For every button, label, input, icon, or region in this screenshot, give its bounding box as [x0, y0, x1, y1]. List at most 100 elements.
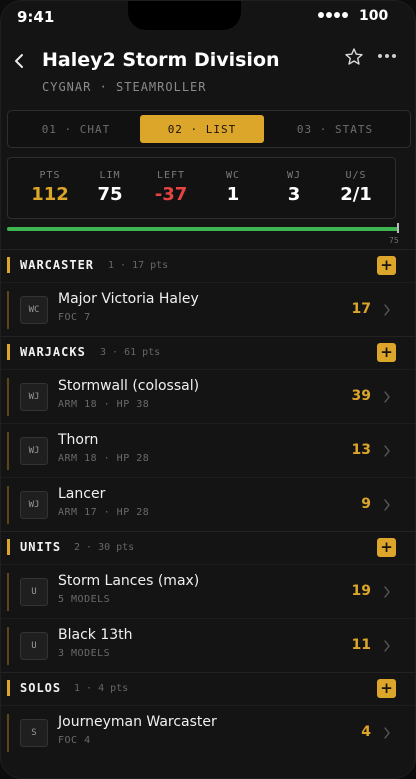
page-subtitle: CYGNAR · STEAMROLLER: [42, 80, 207, 94]
plus-icon[interactable]: +: [377, 343, 396, 362]
entry-stats: ARM 17 · HP 28: [58, 507, 150, 518]
stat-label: LEFT: [156, 170, 186, 181]
stat-value: 112: [31, 184, 69, 205]
status-time: 9:41: [17, 8, 55, 26]
entry-stats: 3 MODELS: [58, 648, 111, 659]
points-progress-bar: [7, 223, 399, 233]
entry-rail: [7, 291, 9, 329]
chevron-right-icon[interactable]: [383, 445, 391, 457]
stat-points: PTS 112: [20, 170, 80, 205]
star-icon[interactable]: [344, 47, 364, 67]
progress-fill: [7, 227, 399, 231]
entry-name: Thorn: [58, 432, 99, 448]
section-header-warcaster: WARCASTER 1 · 17 pts +: [1, 249, 415, 279]
stat-label: U/S: [345, 170, 367, 181]
stat-left: LEFT -37: [141, 170, 201, 205]
entry-cost: 9: [361, 495, 371, 512]
section-title: WARCASTER: [20, 258, 95, 272]
section-header-warjacks: WARJACKS 3 · 61 pts +: [1, 336, 415, 366]
section-accent: [7, 539, 10, 555]
list-item[interactable]: WJ Lancer ARM 17 · HP 28 9: [1, 477, 415, 531]
army-summary: PTS 112 LIM 75 LEFT -37 WC 1 WJ 3 U/S 2/…: [7, 157, 396, 219]
entry-name: Journeyman Warcaster: [58, 714, 217, 730]
section-accent: [7, 680, 10, 696]
chevron-right-icon[interactable]: [383, 727, 391, 739]
type-badge: WJ: [20, 436, 48, 465]
entry-name: Lancer: [58, 486, 106, 502]
stat-warjacks: WJ 3: [264, 170, 324, 205]
entry-name: Storm Lances (max): [58, 573, 200, 589]
section-accent: [7, 257, 10, 273]
chevron-right-icon[interactable]: [383, 640, 391, 652]
entry-rail: [7, 486, 9, 524]
plus-icon[interactable]: +: [377, 679, 396, 698]
stat-label: LIM: [99, 170, 121, 181]
entry-name: Major Victoria Haley: [58, 291, 199, 307]
section-meta: 1 · 4 pts: [74, 683, 129, 694]
list-item[interactable]: WJ Stormwall (colossal) ARM 18 · HP 38 39: [1, 369, 415, 423]
section-meta: 3 · 61 pts: [100, 347, 161, 358]
entry-rail: [7, 573, 9, 611]
chevron-right-icon[interactable]: [383, 586, 391, 598]
section-header-solos: SOLOS 1 · 4 pts +: [1, 672, 415, 702]
section-title: WARJACKS: [20, 345, 86, 359]
section-header-units: UNITS 2 · 30 pts +: [1, 531, 415, 561]
type-badge: WJ: [20, 382, 48, 411]
entry-cost: 11: [351, 636, 371, 653]
type-badge: U: [20, 631, 48, 660]
entry-name: Black 13th: [58, 627, 133, 643]
entry-stats: FOC 4: [58, 735, 91, 746]
chevron-right-icon[interactable]: [383, 391, 391, 403]
section-meta: 2 · 30 pts: [74, 542, 135, 553]
entry-stats: ARM 18 · HP 28: [58, 453, 150, 464]
more-icon[interactable]: [378, 54, 396, 60]
stat-label: PTS: [39, 170, 61, 181]
entry-stats: 5 MODELS: [58, 594, 111, 605]
list-item[interactable]: S Journeyman Warcaster FOC 4 4: [1, 705, 415, 759]
stat-value: 3: [287, 184, 301, 205]
signal-icon: [318, 10, 348, 18]
status-bar: 9:41 100: [1, 1, 415, 33]
entry-cost: 13: [351, 441, 371, 458]
chevron-right-icon[interactable]: [383, 499, 391, 511]
tab-list[interactable]: 02 · LIST: [140, 115, 264, 143]
type-badge: S: [20, 718, 48, 747]
type-badge: WC: [20, 295, 48, 324]
entry-rail: [7, 627, 9, 665]
entry-rail: [7, 714, 9, 752]
tab-stats[interactable]: 03 · STATS: [264, 115, 406, 143]
stat-value: 75: [97, 184, 123, 205]
entry-stats: ARM 18 · HP 38: [58, 399, 150, 410]
entry-cost: 19: [351, 582, 371, 599]
list-item[interactable]: U Black 13th 3 MODELS 11: [1, 618, 415, 672]
type-badge: U: [20, 577, 48, 606]
stat-value: 2/1: [340, 184, 372, 205]
list-item[interactable]: WJ Thorn ARM 18 · HP 28 13: [1, 423, 415, 477]
stat-limit: LIM 75: [80, 170, 140, 205]
entry-cost: 39: [351, 387, 371, 404]
tab-bar: 01 · CHAT 02 · LIST 03 · STATS: [7, 110, 411, 148]
list-item[interactable]: WC Major Victoria Haley FOC 7 17: [1, 282, 415, 336]
stat-value: -37: [154, 184, 188, 205]
stat-warcasters: WC 1: [203, 170, 263, 205]
page-title: Haley2 Storm Division: [42, 49, 280, 71]
limit-marker: [397, 223, 399, 233]
entry-rail: [7, 378, 9, 416]
chevron-right-icon[interactable]: [383, 304, 391, 316]
list-item[interactable]: U Storm Lances (max) 5 MODELS 19: [1, 564, 415, 618]
app-screen: 9:41 100 Haley2 Storm Division CYGNAR · …: [0, 0, 416, 779]
notch: [128, 1, 241, 30]
entry-stats: FOC 7: [58, 312, 91, 323]
chevron-left-icon[interactable]: [11, 51, 29, 71]
entry-rail: [7, 432, 9, 470]
section-title: UNITS: [20, 540, 62, 554]
stat-value: 1: [226, 184, 240, 205]
entry-name: Stormwall (colossal): [58, 378, 200, 394]
tab-chat[interactable]: 01 · CHAT: [12, 115, 140, 143]
battery-level: 100: [359, 8, 389, 24]
stat-units-solos: U/S 2/1: [326, 170, 386, 205]
plus-icon[interactable]: +: [377, 538, 396, 557]
plus-icon[interactable]: +: [377, 256, 396, 275]
limit-label: 75: [389, 236, 399, 245]
section-title: SOLOS: [20, 681, 62, 695]
